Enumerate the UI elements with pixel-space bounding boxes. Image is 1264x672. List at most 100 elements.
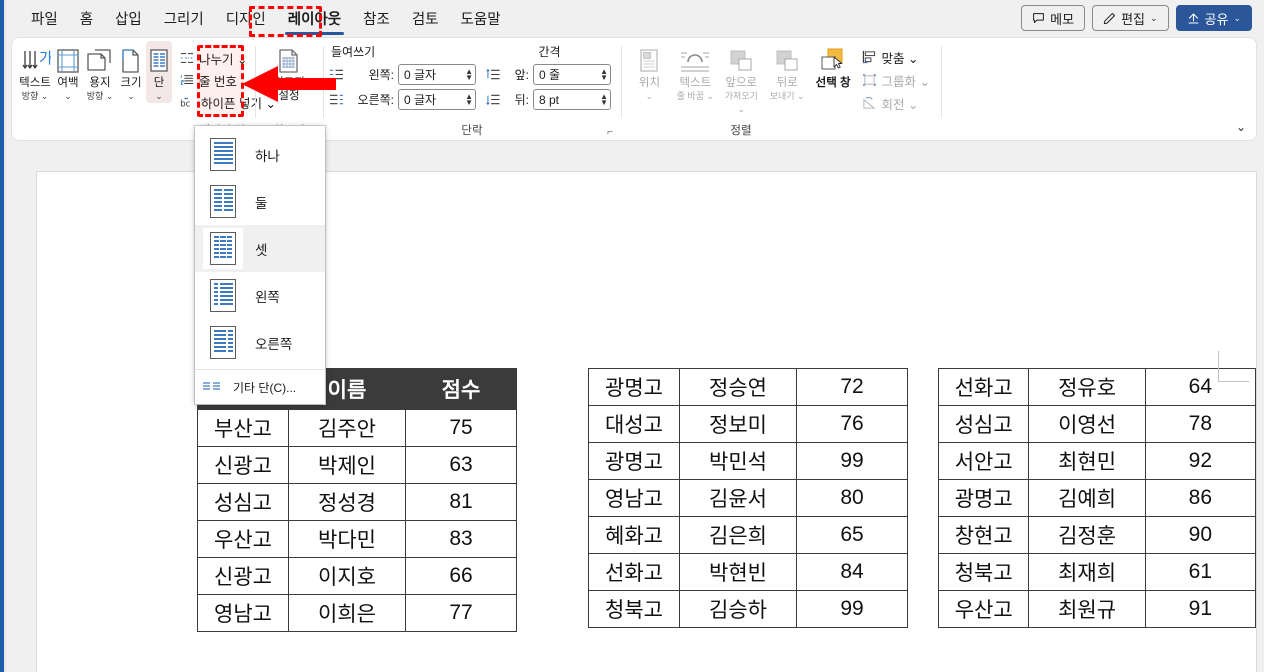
table-cell[interactable]: 청북고 — [588, 590, 680, 628]
table-cell[interactable]: 성심고 — [937, 405, 1030, 443]
edit-button[interactable]: 편집 ⌄ — [1092, 5, 1169, 31]
table-row[interactable]: 광명고 김예희 86 — [937, 479, 1257, 517]
table-column-1[interactable]: 학교 이름 점수 부산고김주안75신광고박제인63성심고정성경81우산고박다민8… — [197, 368, 517, 632]
table-row[interactable]: 선화고 박현빈 84 — [588, 553, 908, 591]
table-cell[interactable]: 66 — [405, 557, 517, 595]
table-cell[interactable]: 63 — [405, 446, 517, 484]
ribbon-tab-6[interactable]: 참조 — [352, 1, 401, 36]
stepper-arrows[interactable]: ▲ ▼ — [598, 67, 608, 81]
space-after-stepper[interactable]: ▲▼ — [533, 89, 611, 110]
table-cell[interactable]: 최원규 — [1028, 590, 1146, 628]
ribbon-tab-5[interactable]: 레이아웃 — [277, 1, 352, 36]
table-cell[interactable]: 86 — [1144, 479, 1257, 517]
table-row[interactable]: 광명고 정승연 72 — [588, 368, 908, 406]
table-row[interactable]: 신광고 이지호 66 — [197, 557, 517, 595]
table-cell[interactable]: 이지호 — [288, 557, 406, 595]
menu-item-columns-3[interactable]: 왼쪽 — [195, 272, 325, 319]
table-cell[interactable]: 박민석 — [679, 442, 797, 480]
space-after-input[interactable] — [539, 92, 599, 107]
ribbon-tab-3[interactable]: 그리기 — [153, 1, 215, 36]
table-cell[interactable]: 72 — [796, 368, 908, 406]
table-cell[interactable]: 김승하 — [679, 590, 797, 628]
table-cell[interactable]: 영남고 — [588, 479, 680, 517]
menu-item-columns-2[interactable]: 셋 — [195, 225, 325, 272]
table-cell[interactable]: 광명고 — [588, 368, 680, 406]
table-cell[interactable]: 창현고 — [937, 516, 1030, 554]
table-cell[interactable]: 광명고 — [937, 479, 1030, 517]
button-bring-forward[interactable]: 앞으로 가져오기 ⌄ — [719, 41, 764, 116]
table-row[interactable]: 대성고 정보미 76 — [588, 405, 908, 443]
indent-right-input[interactable] — [404, 92, 464, 107]
table-cell[interactable]: 선화고 — [937, 368, 1030, 406]
table-cell[interactable]: 성심고 — [197, 483, 289, 521]
table-row[interactable]: 우산고 박다민 83 — [197, 520, 517, 558]
table-cell[interactable]: 이영선 — [1028, 405, 1146, 443]
table-column-2[interactable]: 광명고 정승연 72 대성고 정보미 76 광명고 박민석 99 영남고 김윤서 80 혜화고 김은희 65… — [588, 368, 908, 628]
space-before-input[interactable] — [539, 67, 599, 82]
table-cell[interactable]: 정보미 — [679, 405, 797, 443]
table-row[interactable]: 영남고 김윤서 80 — [588, 479, 908, 517]
table-cell[interactable]: 81 — [405, 483, 517, 521]
table-cell[interactable]: 선화고 — [588, 553, 680, 591]
table-cell[interactable]: 최재희 — [1028, 553, 1146, 591]
memo-button[interactable]: 메모 — [1021, 5, 1086, 31]
table-row[interactable]: 혜화고 김은희 65 — [588, 516, 908, 554]
stepper-arrows[interactable]: ▲ ▼ — [598, 92, 608, 106]
menu-item-columns-1[interactable]: 둘 — [195, 178, 325, 225]
table-cell[interactable]: 영남고 — [197, 594, 289, 632]
table-cell[interactable]: 91 — [1144, 590, 1257, 628]
table-cell[interactable]: 최현민 — [1028, 442, 1146, 480]
table-cell[interactable]: 청북고 — [937, 553, 1030, 591]
columns-dropdown-menu[interactable]: 하나 둘 셋 왼쪽 오른쪽 기타 단(C)... — [195, 126, 325, 404]
table-cell[interactable]: 박현빈 — [679, 553, 797, 591]
table-row[interactable]: 성심고 이영선 78 — [937, 405, 1257, 443]
table-cell[interactable]: 우산고 — [197, 520, 289, 558]
table-cell[interactable]: 정승연 — [679, 368, 797, 406]
table-cell[interactable]: 75 — [405, 409, 517, 447]
button-selection-pane[interactable]: 선택 창 — [811, 41, 856, 90]
table-cell[interactable]: 정유호 — [1028, 368, 1146, 406]
indent-left-input[interactable] — [404, 67, 464, 82]
table-row[interactable]: 선화고 정유호 64 — [937, 368, 1257, 406]
table-cell[interactable]: 77 — [405, 594, 517, 632]
table-row[interactable]: 청북고 김승하 99 — [588, 590, 908, 628]
table-cell[interactable]: 김예희 — [1028, 479, 1146, 517]
table-cell[interactable]: 광명고 — [588, 442, 680, 480]
menu-item-more-columns[interactable]: 기타 단(C)... — [195, 370, 325, 404]
table-cell[interactable]: 김정훈 — [1028, 516, 1146, 554]
table-row[interactable]: 청북고 최재희 61 — [937, 553, 1257, 591]
table-cell[interactable]: 61 — [1144, 553, 1257, 591]
indent-right-stepper[interactable]: ▲▼ — [398, 89, 476, 110]
table-cell[interactable]: 78 — [1144, 405, 1257, 443]
button-wrap-text[interactable]: 텍스트 줄 바꿈 ⌄ — [673, 41, 718, 103]
button-columns[interactable]: 단 ⌄ — [146, 41, 172, 103]
table-cell[interactable]: 서안고 — [937, 442, 1030, 480]
menu-item-columns-4[interactable]: 오른쪽 — [195, 319, 325, 366]
ribbon-tab-2[interactable]: 삽입 — [104, 1, 153, 36]
table-cell[interactable]: 김주안 — [288, 409, 406, 447]
table-row[interactable]: 성심고 정성경 81 — [197, 483, 517, 521]
indent-left-stepper[interactable]: ▲▼ — [398, 64, 476, 85]
stepper-arrows[interactable]: ▲ ▼ — [463, 67, 473, 81]
table-cell[interactable]: 신광고 — [197, 446, 289, 484]
button-margins[interactable]: 여백 ⌄ — [53, 41, 83, 103]
ribbon-collapse-button[interactable]: ⌄ — [1236, 120, 1246, 134]
button-size[interactable]: 크기 ⌄ — [117, 41, 145, 103]
share-button[interactable]: 공유 ⌄ — [1175, 5, 1252, 31]
table-row[interactable]: 신광고 박제인 63 — [197, 446, 517, 484]
ribbon-tab-4[interactable]: 디자인 — [215, 1, 277, 36]
table-row[interactable]: 영남고 이희은 77 — [197, 594, 517, 632]
table-cell[interactable]: 84 — [796, 553, 908, 591]
table-column-3[interactable]: 선화고 정유호 64 성심고 이영선 78 서안고 최현민 92 광명고 김예희 86 창현고 김정훈 90… — [937, 368, 1257, 628]
table-cell[interactable]: 우산고 — [937, 590, 1030, 628]
ribbon-tab-8[interactable]: 도움말 — [450, 1, 512, 36]
table-cell[interactable]: 정성경 — [288, 483, 406, 521]
table-row[interactable]: 부산고 김주안 75 — [197, 409, 517, 447]
table-cell[interactable]: 76 — [796, 405, 908, 443]
button-group[interactable]: 그룹화 ⌄ — [857, 69, 935, 91]
button-manuscript-setup[interactable]: 원고지 설정 — [261, 41, 317, 103]
button-position[interactable]: 위치 ⌄ — [627, 41, 672, 103]
table-cell[interactable]: 혜화고 — [588, 516, 680, 554]
table-cell[interactable]: 99 — [796, 442, 908, 480]
table-cell[interactable]: 박다민 — [288, 520, 406, 558]
